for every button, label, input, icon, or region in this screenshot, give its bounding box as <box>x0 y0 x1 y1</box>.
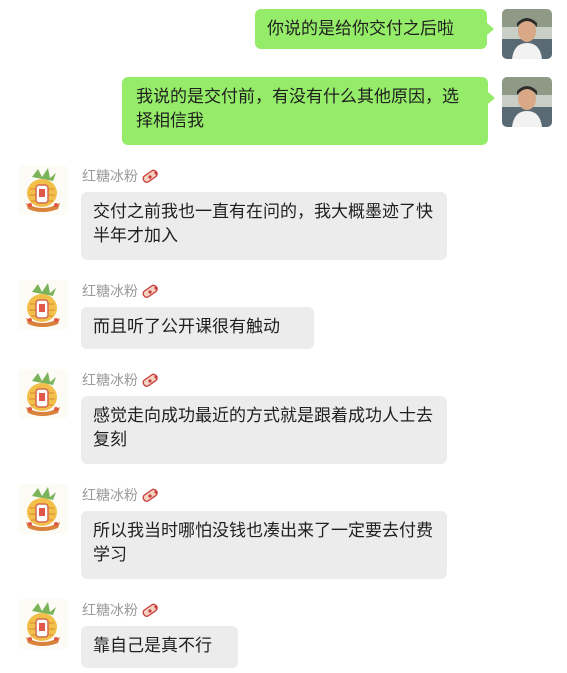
sender-name: 红糖冰粉 <box>82 283 161 301</box>
bandage-sticker-icon <box>141 373 159 389</box>
pineapple-cartoon-avatar-icon <box>18 280 68 330</box>
bandage-sticker-icon <box>141 284 159 300</box>
person-photo-avatar-icon <box>502 9 552 59</box>
pineapple-cartoon-avatar-icon <box>18 165 68 215</box>
sender-name: 红糖冰粉 <box>82 372 161 390</box>
pineapple-cartoon-avatar-icon <box>18 484 68 534</box>
message-bubble-incoming[interactable]: 而且听了公开课很有触动 <box>81 307 314 349</box>
bandage-sticker-icon <box>141 169 159 185</box>
message-bubble-outgoing[interactable]: 我说的是交付前，有没有什么其他原因，选择相信我 <box>122 77 488 145</box>
contact-avatar[interactable] <box>18 599 68 649</box>
person-photo-avatar-icon <box>502 77 552 127</box>
bubble-tail <box>487 23 494 35</box>
message-bubble-incoming[interactable]: 感觉走向成功最近的方式就是跟着成功人士去复刻 <box>81 396 447 464</box>
pineapple-cartoon-avatar-icon <box>18 599 68 649</box>
message-text: 而且听了公开课很有触动 <box>93 317 280 337</box>
pineapple-cartoon-avatar-icon <box>18 369 68 419</box>
bandage-sticker-icon <box>141 488 159 504</box>
message-text: 所以我当时哪怕没钱也凑出来了一定要去付费学习 <box>93 521 433 565</box>
bubble-tail <box>488 92 495 104</box>
message-text: 交付之前我也一直有在问的，我大概墨迹了快半年才加入 <box>93 202 433 246</box>
message-text: 靠自己是真不行 <box>93 636 212 656</box>
sender-name: 红糖冰粉 <box>82 487 161 505</box>
bandage-sticker-icon <box>141 603 159 619</box>
message-text: 你说的是给你交付之后啦 <box>267 19 454 39</box>
contact-avatar[interactable] <box>18 165 68 215</box>
message-bubble-incoming[interactable]: 靠自己是真不行 <box>81 626 238 668</box>
contact-avatar[interactable] <box>18 369 68 419</box>
self-avatar[interactable] <box>502 77 552 127</box>
contact-avatar[interactable] <box>18 280 68 330</box>
message-bubble-incoming[interactable]: 所以我当时哪怕没钱也凑出来了一定要去付费学习 <box>81 511 447 579</box>
message-text: 感觉走向成功最近的方式就是跟着成功人士去复刻 <box>93 406 433 450</box>
message-bubble-incoming[interactable]: 交付之前我也一直有在问的，我大概墨迹了快半年才加入 <box>81 192 447 260</box>
message-text: 我说的是交付前，有没有什么其他原因，选择相信我 <box>136 87 459 131</box>
message-bubble-outgoing[interactable]: 你说的是给你交付之后啦 <box>255 9 487 49</box>
self-avatar[interactable] <box>502 9 552 59</box>
sender-name: 红糖冰粉 <box>82 168 161 186</box>
sender-name: 红糖冰粉 <box>82 602 161 620</box>
contact-avatar[interactable] <box>18 484 68 534</box>
